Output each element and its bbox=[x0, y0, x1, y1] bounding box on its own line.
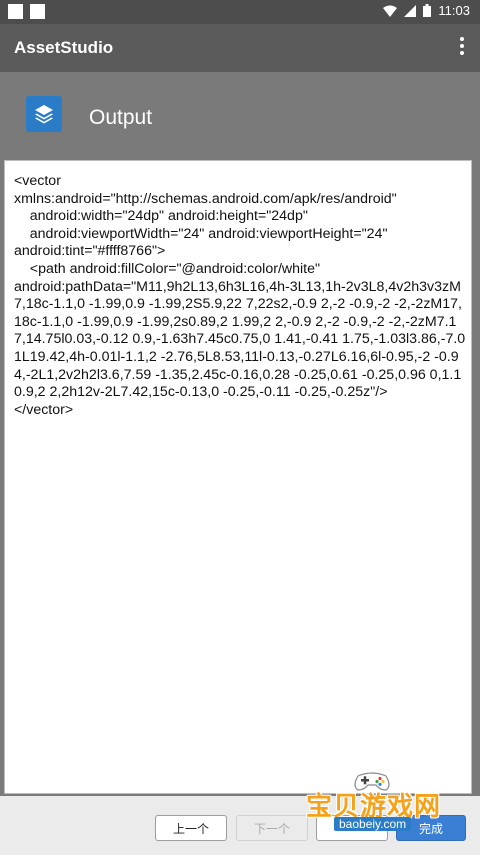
signal-icon bbox=[404, 4, 417, 17]
notification-icon bbox=[8, 4, 23, 19]
watermark-url: baobeiy.com bbox=[334, 817, 412, 831]
output-textarea[interactable]: <vector xmlns:android="http://schemas.an… bbox=[4, 160, 472, 794]
wifi-icon bbox=[383, 5, 398, 17]
status-bar: 11:03 bbox=[0, 0, 480, 24]
previous-button[interactable]: 上一个 bbox=[155, 815, 227, 841]
app-title: AssetStudio bbox=[14, 38, 114, 57]
status-time: 11:03 bbox=[438, 3, 470, 18]
battery-icon bbox=[423, 4, 432, 17]
watermark: 宝贝游戏网 baobeiy.com bbox=[300, 762, 450, 842]
app-bar: AssetStudio bbox=[0, 24, 480, 72]
overflow-menu-icon[interactable] bbox=[456, 37, 468, 59]
page-title: Output bbox=[89, 106, 153, 129]
output-text[interactable]: <vector xmlns:android="http://schemas.an… bbox=[14, 173, 466, 419]
next-button[interactable]: 下一个 bbox=[236, 815, 308, 841]
notification-icon bbox=[30, 4, 45, 19]
layers-icon bbox=[26, 96, 62, 132]
output-header: Output bbox=[0, 72, 480, 160]
